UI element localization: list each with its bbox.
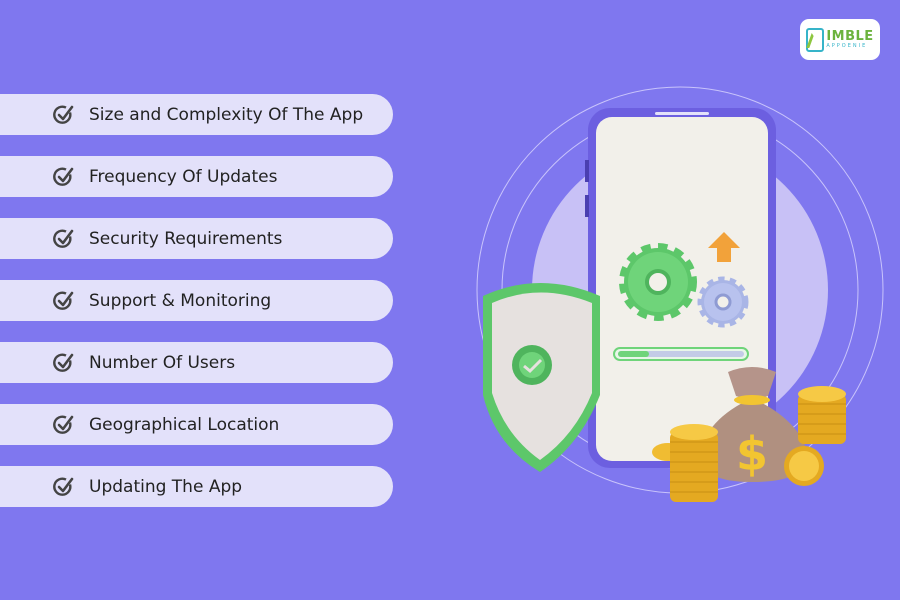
gear-blue-icon [697,276,749,328]
cost-illustration: $ [476,86,884,502]
progress-bar [613,347,749,361]
coin-stack-icon [798,386,846,444]
gear-green-icon [619,243,697,321]
coin-icon [784,446,824,486]
progress-fill [618,351,649,357]
shield-check-icon [483,283,600,472]
dollar-sign: $ [736,427,768,481]
